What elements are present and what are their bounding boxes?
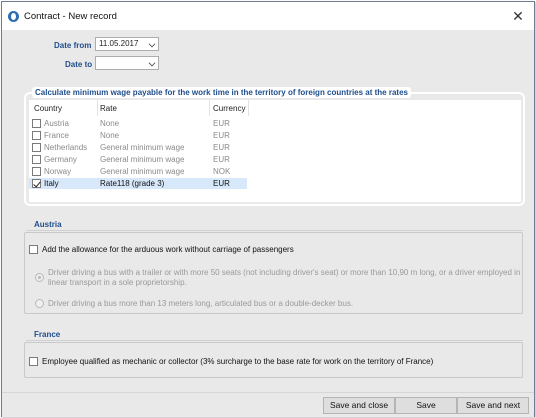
table-row[interactable]: France None EUR xyxy=(29,130,247,141)
mechanic-label: Employee qualified as mechanic or collec… xyxy=(42,357,434,366)
cell-currency: EUR xyxy=(213,179,230,188)
long-bus-label: Driver driving a bus more than 13 meters… xyxy=(48,299,354,308)
row-checkbox[interactable] xyxy=(32,155,41,164)
cell-rate: General minimum wage xyxy=(100,143,185,152)
france-panel: Employee qualified as mechanic or collec… xyxy=(24,342,523,378)
cell-country: Austria xyxy=(44,119,69,128)
row-checkbox[interactable] xyxy=(32,119,41,128)
dialog-footer: Save and close Save Save and next xyxy=(2,392,534,417)
row-checkbox[interactable] xyxy=(32,143,41,152)
bus-trailer-label-line2: linear transport in a sole proprietorshi… xyxy=(48,278,187,287)
cell-country: Italy xyxy=(44,179,59,188)
cell-rate: None xyxy=(100,119,120,128)
table-row[interactable]: Germany General minimum wage EUR xyxy=(29,154,247,165)
date-to-label: Date to xyxy=(65,60,93,69)
long-bus-radio[interactable] xyxy=(35,299,44,308)
cell-country: France xyxy=(44,131,69,140)
window-title: Contract - New record xyxy=(24,11,117,22)
cell-rate: General minimum wage xyxy=(100,167,185,176)
allowance-label: Add the allowance for the arduous work w… xyxy=(42,245,294,254)
table-row[interactable]: Austria None EUR xyxy=(29,118,247,129)
row-checkbox[interactable] xyxy=(32,167,41,176)
cell-rate: Rate118 (grade 3) xyxy=(100,179,165,188)
cell-currency: EUR xyxy=(213,131,230,140)
cell-country: Germany xyxy=(44,155,77,164)
table-header: Country Rate Currency xyxy=(29,100,521,116)
austria-panel: Add the allowance for the arduous work w… xyxy=(24,232,523,314)
section-divider xyxy=(26,340,523,341)
title-bar: Contract - New record ✕ xyxy=(2,2,534,30)
section-divider xyxy=(26,230,523,231)
mechanic-checkbox[interactable] xyxy=(29,357,38,366)
bus-trailer-label-line1: Driver driving a bus with a trailer or w… xyxy=(48,268,521,277)
table-row[interactable]: Netherlands General minimum wage EUR xyxy=(29,142,247,153)
france-section-title: France xyxy=(34,330,61,339)
date-from-combo[interactable]: 11.05.2017 xyxy=(95,37,159,51)
date-to-combo[interactable] xyxy=(95,56,159,70)
allowance-checkbox[interactable] xyxy=(29,245,38,254)
table-row[interactable]: Norway General minimum wage NOK xyxy=(29,166,247,177)
app-logo-icon xyxy=(8,11,19,22)
rates-table: Country Rate Currency Austria None EUR F… xyxy=(29,100,521,202)
save-and-close-button[interactable]: Save and close xyxy=(323,397,395,414)
row-checkbox[interactable] xyxy=(32,179,41,188)
save-button[interactable]: Save xyxy=(395,397,457,414)
cell-currency: EUR xyxy=(213,155,230,164)
chevron-down-icon[interactable] xyxy=(148,59,156,67)
save-and-next-button[interactable]: Save and next xyxy=(457,397,529,414)
column-header-country[interactable]: Country xyxy=(34,104,62,113)
cell-country: Norway xyxy=(44,167,72,176)
date-from-value: 11.05.2017 xyxy=(99,39,139,48)
row-checkbox[interactable] xyxy=(32,131,41,140)
cell-currency: NOK xyxy=(213,167,231,176)
column-header-rate[interactable]: Rate xyxy=(100,104,117,113)
column-header-currency[interactable]: Currency xyxy=(213,104,245,113)
cell-rate: General minimum wage xyxy=(100,155,185,164)
date-from-label: Date from xyxy=(54,41,92,50)
cell-rate: None xyxy=(100,131,120,140)
close-icon[interactable]: ✕ xyxy=(510,8,526,24)
rates-group: Calculate minimum wage payable for the w… xyxy=(24,87,525,206)
table-row-selected[interactable]: Italy Rate118 (grade 3) EUR xyxy=(29,178,247,189)
cell-currency: EUR xyxy=(213,143,230,152)
rates-group-title: Calculate minimum wage payable for the w… xyxy=(32,87,411,98)
column-divider[interactable] xyxy=(248,100,249,116)
cell-currency: EUR xyxy=(213,119,230,128)
dialog-content: Date from 11.05.2017 Date to Calculate m… xyxy=(2,30,534,392)
chevron-down-icon[interactable] xyxy=(148,40,156,48)
austria-section-title: Austria xyxy=(34,220,62,229)
cell-country: Netherlands xyxy=(44,143,88,152)
column-divider[interactable] xyxy=(97,100,98,116)
contract-dialog: Contract - New record ✕ Date from 11.05.… xyxy=(1,1,535,417)
column-divider[interactable] xyxy=(209,100,210,116)
bus-trailer-radio[interactable] xyxy=(35,273,44,282)
